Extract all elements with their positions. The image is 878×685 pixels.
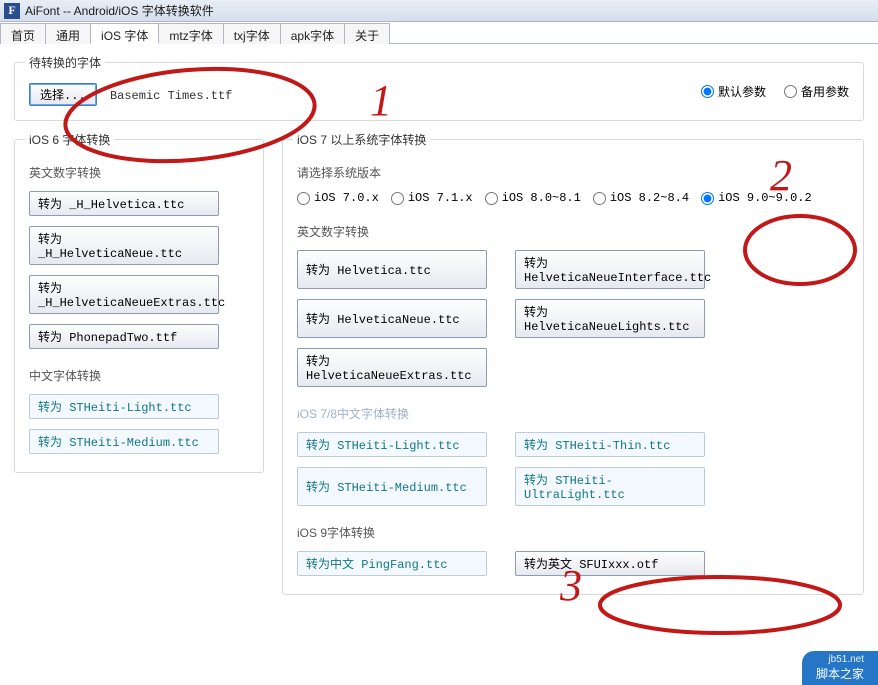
choose-file-button[interactable]: 选择... xyxy=(29,83,97,106)
watermark-domain: jb51.net xyxy=(816,655,864,665)
ios6-en-btn-3[interactable]: 转为 PhonepadTwo.ttf xyxy=(29,324,219,349)
ios6-en-btn-1[interactable]: 转为 _H_HelveticaNeue.ttc xyxy=(29,226,219,265)
ios7-en-r0c0[interactable]: 转为 Helvetica.ttc xyxy=(297,250,487,289)
ios7-en-r1c1[interactable]: 转为 HelveticaNeueLights.ttc xyxy=(515,299,705,338)
ios6-legend: iOS 6 字体转换 xyxy=(25,131,114,148)
radio-default-label: 默认参数 xyxy=(718,83,766,100)
tab-mtz[interactable]: mtz字体 xyxy=(158,23,223,44)
ios9-cn-title: iOS 9字体转换 xyxy=(297,524,849,541)
ios7-legend: iOS 7 以上系统字体转换 xyxy=(293,131,430,148)
ios9-r0c0[interactable]: 转为中文 PingFang.ttc xyxy=(297,551,487,576)
radio-backup-params-input[interactable] xyxy=(784,85,797,98)
param-radios: 默认参数 备用参数 xyxy=(701,83,849,100)
ios7-version-title: 请选择系统版本 xyxy=(297,164,849,181)
app-icon: F xyxy=(4,3,20,19)
ios6-cn-btn-0[interactable]: 转为 STHeiti-Light.ttc xyxy=(29,394,219,419)
source-legend: 待转换的字体 xyxy=(25,54,105,71)
tab-about[interactable]: 关于 xyxy=(344,23,390,44)
ios78-cn-title: iOS 7/8中文字体转换 xyxy=(297,405,849,422)
tab-ios-font[interactable]: iOS 字体 xyxy=(90,23,159,44)
source-group: 待转换的字体 选择... Basemic Times.ttf 默认参数 备用参数 xyxy=(14,62,864,121)
radio-default-params[interactable]: 默认参数 xyxy=(701,83,766,100)
ios6-en-title: 英文数字转换 xyxy=(29,164,249,181)
tab-txj[interactable]: txj字体 xyxy=(223,23,281,44)
window-title: AiFont -- Android/iOS 字体转换软件 xyxy=(25,2,214,19)
ios78-cn-r0c0[interactable]: 转为 STHeiti-Light.ttc xyxy=(297,432,487,457)
tab-home[interactable]: 首页 xyxy=(0,23,46,44)
window-titlebar: F AiFont -- Android/iOS 字体转换软件 xyxy=(0,0,878,22)
ios9-r0c1[interactable]: 转为英文 SFUIxxx.otf xyxy=(515,551,705,576)
watermark: jb51.net 脚本之家 xyxy=(802,651,878,685)
version-radio-row: iOS 7.0.x iOS 7.1.x iOS 8.0~8.1 iOS 8.2~… xyxy=(297,191,849,205)
tab-apk[interactable]: apk字体 xyxy=(280,23,345,44)
ios78-cn-r0c1[interactable]: 转为 STHeiti-Thin.ttc xyxy=(515,432,705,457)
ios7-en-r1c0[interactable]: 转为 HelveticaNeue.ttc xyxy=(297,299,487,338)
selected-filename: Basemic Times.ttf xyxy=(110,89,232,103)
watermark-site: 脚本之家 xyxy=(816,667,864,681)
ios6-en-btn-0[interactable]: 转为 _H_Helvetica.ttc xyxy=(29,191,219,216)
radio-backup-params[interactable]: 备用参数 xyxy=(784,83,849,100)
radio-default-params-input[interactable] xyxy=(701,85,714,98)
tab-general[interactable]: 通用 xyxy=(45,23,91,44)
ios78-cn-r1c1[interactable]: 转为 STHeiti-UltraLight.ttc xyxy=(515,467,705,506)
ios7-group: iOS 7 以上系统字体转换 请选择系统版本 iOS 7.0.x iOS 7.1… xyxy=(282,139,864,595)
radio-backup-label: 备用参数 xyxy=(801,83,849,100)
ios6-en-btn-2[interactable]: 转为 _H_HelveticaNeueExtras.ttc xyxy=(29,275,219,314)
ios7-en-r0c1[interactable]: 转为 HelveticaNeueInterface.ttc xyxy=(515,250,705,289)
content-area: 待转换的字体 选择... Basemic Times.ttf 默认参数 备用参数… xyxy=(0,44,878,685)
ver-0[interactable]: iOS 7.0.x xyxy=(297,191,379,205)
ios6-group: iOS 6 字体转换 英文数字转换 转为 _H_Helvetica.ttc 转为… xyxy=(14,139,264,473)
ver-4[interactable]: iOS 9.0~9.0.2 xyxy=(701,191,812,205)
ios78-cn-r1c0[interactable]: 转为 STHeiti-Medium.ttc xyxy=(297,467,487,506)
ver-1[interactable]: iOS 7.1.x xyxy=(391,191,473,205)
ver-2[interactable]: iOS 8.0~8.1 xyxy=(485,191,581,205)
ios6-cn-btn-1[interactable]: 转为 STHeiti-Medium.ttc xyxy=(29,429,219,454)
ver-3[interactable]: iOS 8.2~8.4 xyxy=(593,191,689,205)
ios6-cn-title: 中文字体转换 xyxy=(29,367,249,384)
ios7-en-r2c0[interactable]: 转为 HelveticaNeueExtras.ttc xyxy=(297,348,487,387)
tabs-strip: 首页 通用 iOS 字体 mtz字体 txj字体 apk字体 关于 xyxy=(0,22,878,44)
ios7-en-title: 英文数字转换 xyxy=(297,223,849,240)
